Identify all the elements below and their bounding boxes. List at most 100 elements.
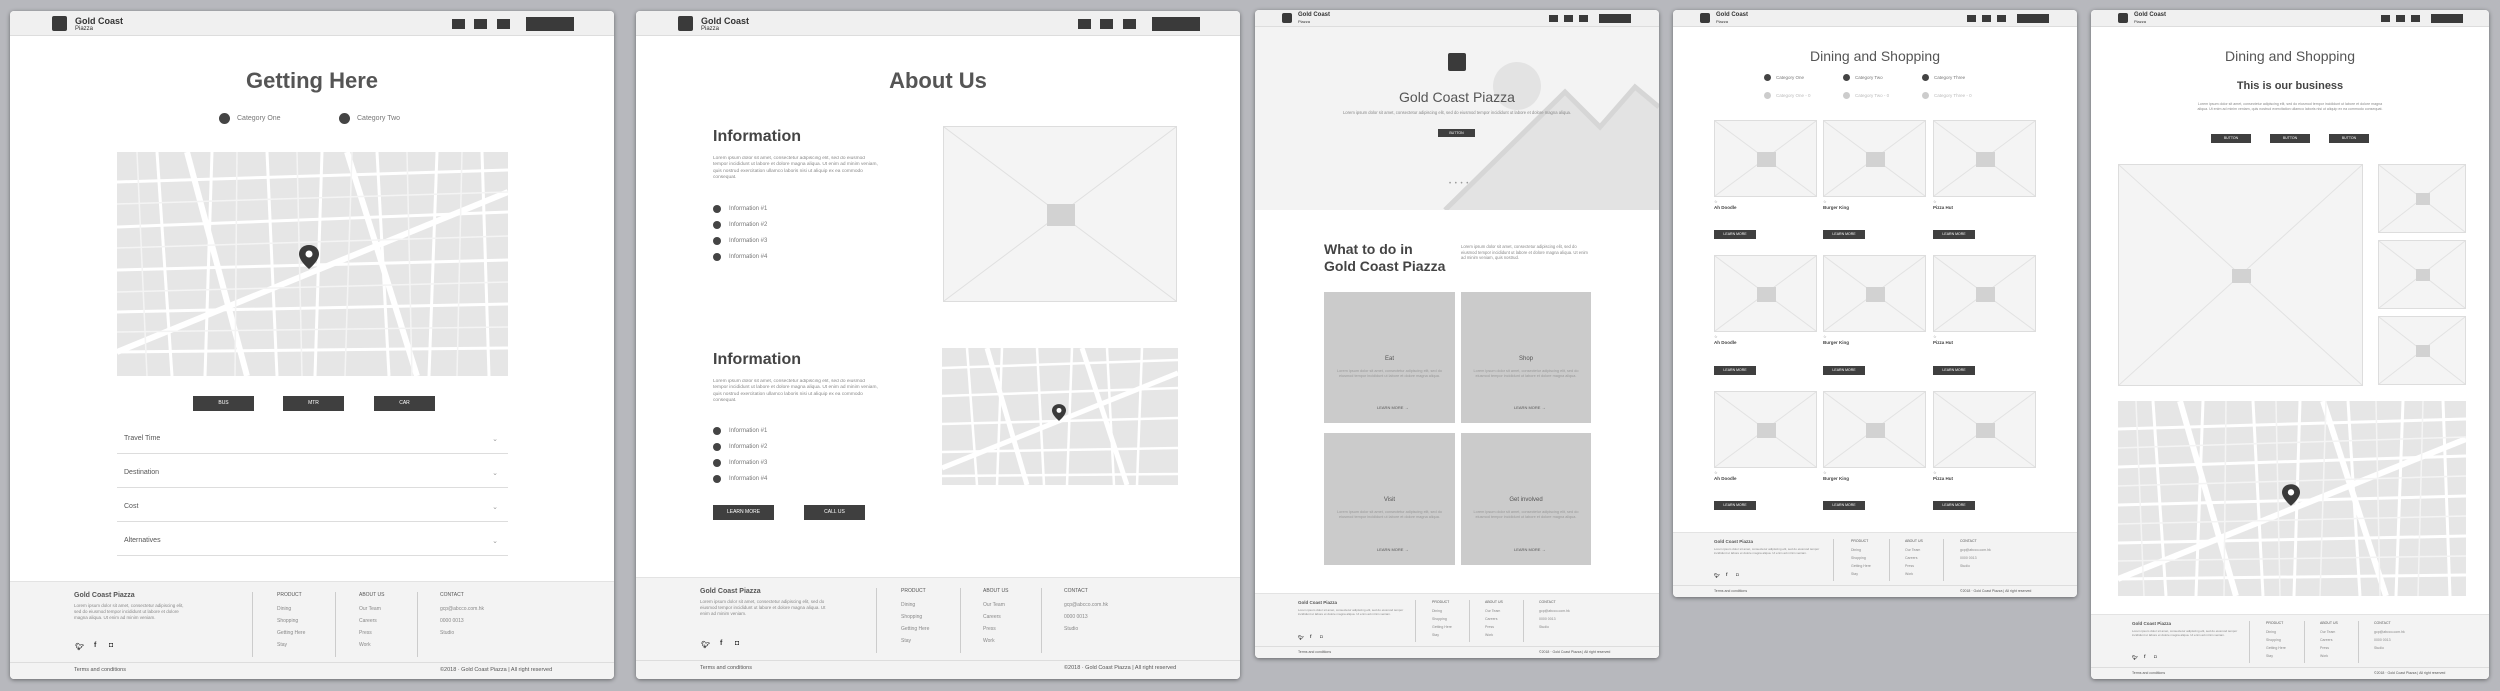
mtr-button[interactable]: MTR [283, 396, 344, 411]
product-image[interactable] [1714, 255, 1817, 332]
footer-link[interactable]: 0000 0013 [1960, 556, 1977, 560]
map-pin-icon[interactable] [1052, 404, 1066, 421]
footer-link[interactable]: Shopping [2266, 638, 2281, 642]
brand-name[interactable]: Gold Coast [1298, 12, 1330, 18]
footer-link[interactable]: Dining [901, 602, 915, 608]
footer-link[interactable]: 0000 0013 [2374, 638, 2391, 642]
footer-link[interactable]: Stay [2266, 654, 2273, 658]
footer-link[interactable]: Work [983, 638, 995, 644]
card-link[interactable]: LEARN MORE → [1377, 405, 1409, 410]
nav-item-3[interactable] [1997, 15, 2006, 22]
accordion-alternatives[interactable]: Alternatives ⌄ [117, 529, 508, 556]
footer-link[interactable]: Press [2320, 646, 2329, 650]
footer-link[interactable]: gcp@abcco.com.hk [440, 606, 484, 612]
terms-link[interactable]: Terms and conditions [1714, 589, 1747, 593]
footer-link[interactable]: Our Team [983, 602, 1005, 608]
map[interactable] [117, 152, 508, 376]
facebook-icon[interactable]: f [1310, 634, 1312, 639]
filter-radio-disabled[interactable] [1843, 92, 1850, 99]
footer-link[interactable]: Stay [1851, 572, 1858, 576]
footer-link[interactable]: Press [1485, 625, 1494, 629]
nav-cta-button[interactable] [1599, 14, 1631, 23]
footer-link[interactable]: Getting Here [277, 630, 305, 636]
footer-link[interactable]: Studio [1960, 564, 1970, 568]
twitter-icon[interactable]: 🐦︎ [1298, 635, 1304, 641]
facebook-icon[interactable]: f [94, 642, 96, 649]
thumb-image-1[interactable] [2378, 164, 2466, 233]
footer-link[interactable]: 0000 0013 [1539, 617, 1556, 621]
card-eat[interactable]: Eat Lorem ipsum dolor sit amet, consecte… [1324, 292, 1455, 423]
card-visit[interactable]: Visit Lorem ipsum dolor sit amet, consec… [1324, 433, 1455, 565]
footer-link[interactable]: Careers [359, 618, 377, 624]
product-image[interactable] [1823, 120, 1926, 197]
footer-link[interactable]: Our Team [359, 606, 381, 612]
logo-icon[interactable] [1282, 13, 1292, 23]
nav-item-1[interactable] [1078, 19, 1091, 29]
nav-item-3[interactable] [1579, 15, 1588, 22]
nav-cta-button[interactable] [1152, 17, 1200, 31]
learn-more-button[interactable]: LEARN MORE [1714, 366, 1756, 375]
footer-link[interactable]: Dining [1851, 548, 1861, 552]
product-image[interactable] [1933, 120, 2036, 197]
instagram-icon[interactable]: ◘ [1736, 572, 1739, 577]
facebook-icon[interactable]: f [720, 640, 722, 647]
terms-link[interactable]: Terms and conditions [700, 665, 752, 671]
carousel-dots[interactable]: • • • • [1449, 181, 1469, 187]
brand-name[interactable]: Gold Coast [1716, 12, 1748, 18]
footer-link[interactable]: Our Team [1485, 609, 1500, 613]
card-get-involved[interactable]: Get involved Lorem ipsum dolor sit amet,… [1461, 433, 1591, 565]
footer-link[interactable]: Press [359, 630, 372, 636]
logo-icon[interactable] [1700, 13, 1710, 23]
nav-cta-button[interactable] [526, 17, 574, 31]
footer-link[interactable]: Getting Here [1851, 564, 1871, 568]
nav-item-2[interactable] [1564, 15, 1573, 22]
footer-link[interactable]: Getting Here [901, 626, 929, 632]
accordion-travel-time[interactable]: Travel Time ⌄ [117, 427, 508, 454]
nav-item-1[interactable] [1549, 15, 1558, 22]
footer-link[interactable]: Press [1905, 564, 1914, 568]
product-image[interactable] [1823, 255, 1926, 332]
bus-button[interactable]: BUS [193, 396, 254, 411]
twitter-icon[interactable]: 🐦︎ [75, 643, 84, 651]
filter-radio-disabled[interactable] [1922, 92, 1929, 99]
footer-link[interactable]: 0000 0013 [1064, 614, 1088, 620]
nav-cta-button[interactable] [2017, 14, 2049, 23]
brand-name[interactable]: Gold Coast [75, 16, 123, 26]
footer-link[interactable]: Shopping [1432, 617, 1447, 621]
footer-link[interactable]: Our Team [2320, 630, 2335, 634]
product-image[interactable] [1823, 391, 1926, 468]
learn-more-button[interactable]: LEARN MORE [1823, 366, 1865, 375]
learn-more-button[interactable]: LEARN MORE [1714, 230, 1756, 239]
footer-link[interactable]: 0000 0013 [440, 618, 464, 624]
product-image[interactable] [1933, 255, 2036, 332]
terms-link[interactable]: Terms and conditions [74, 667, 126, 673]
learn-more-button[interactable]: LEARN MORE [713, 505, 774, 520]
footer-link[interactable]: Careers [1905, 556, 1917, 560]
footer-link[interactable]: Work [1485, 633, 1493, 637]
card-link[interactable]: LEARN MORE → [1514, 405, 1546, 410]
nav-item-2[interactable] [474, 19, 487, 29]
terms-link[interactable]: Terms and conditions [2132, 671, 2165, 675]
filter-radio[interactable] [1843, 74, 1850, 81]
nav-item-1[interactable] [2381, 15, 2390, 22]
footer-link[interactable]: gcp@abcco.com.hk [1539, 609, 1570, 613]
product-image[interactable] [1933, 391, 2036, 468]
footer-link[interactable]: Work [1905, 572, 1913, 576]
nav-item-3[interactable] [497, 19, 510, 29]
footer-link[interactable]: Work [359, 642, 371, 648]
footer-link[interactable]: Studio [2374, 646, 2384, 650]
car-button[interactable]: CAR [374, 396, 435, 411]
card-link[interactable]: LEARN MORE → [1377, 547, 1409, 552]
footer-link[interactable]: Stay [277, 642, 287, 648]
footer-link[interactable]: Getting Here [1432, 625, 1452, 629]
footer-link[interactable]: Careers [2320, 638, 2332, 642]
footer-link[interactable]: Dining [2266, 630, 2276, 634]
terms-link[interactable]: Terms and conditions [1298, 650, 1331, 654]
radio-category-two[interactable] [339, 113, 350, 124]
footer-link[interactable]: Press [983, 626, 996, 632]
card-link[interactable]: LEARN MORE → [1514, 547, 1546, 552]
nav-item-2[interactable] [1982, 15, 1991, 22]
thumb-image-2[interactable] [2378, 240, 2466, 309]
footer-link[interactable]: gcp@abcco.com.hk [1960, 548, 1991, 552]
map[interactable] [2118, 401, 2466, 596]
